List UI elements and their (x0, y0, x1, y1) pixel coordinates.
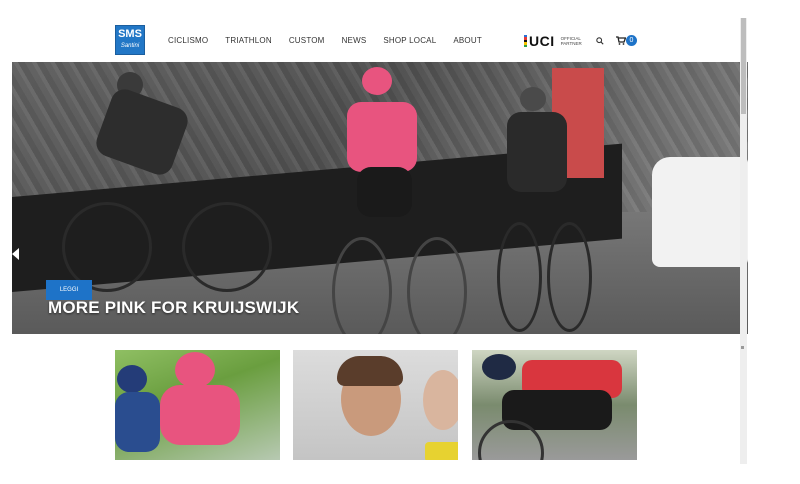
hero-prev-arrow-icon[interactable] (12, 248, 19, 260)
search-icon[interactable] (596, 37, 604, 45)
nav-item-news[interactable]: NEWS (342, 36, 367, 45)
news-thumbnail-2[interactable] (293, 350, 458, 460)
nav-item-ciclismo[interactable]: CICLISMO (168, 36, 208, 45)
hero-slider[interactable] (12, 62, 748, 334)
nav-item-shop-local[interactable]: SHOP LOCAL (383, 36, 436, 45)
read-more-button[interactable]: LEGGI (46, 280, 92, 300)
scrollbar-thumb[interactable] (741, 18, 746, 114)
hero-title[interactable]: MORE PINK FOR KRUIJSWIJK (48, 298, 299, 318)
nav-item-about[interactable]: ABOUT (453, 36, 482, 45)
uci-partner-logo[interactable]: UCI OFFICIAL PARTNER (524, 33, 582, 49)
uci-partner: PARTNER (560, 41, 582, 46)
logo-sub: Santini (120, 43, 140, 49)
santini-logo[interactable]: SMS Santini (115, 25, 145, 55)
site-header: SMS Santini CICLISMO TRIATHLON CUSTOM NE… (12, 12, 748, 64)
nav-item-triathlon[interactable]: TRIATHLON (225, 36, 272, 45)
logo-main: SMS (118, 28, 142, 40)
news-thumbnail-1[interactable] (115, 350, 280, 460)
nav-item-custom[interactable]: CUSTOM (289, 36, 325, 45)
news-thumbnail-3[interactable] (472, 350, 637, 460)
scroll-indicator (741, 346, 744, 349)
cart-icon[interactable] (616, 36, 626, 45)
browser-viewport: SMS Santini CICLISMO TRIATHLON CUSTOM NE… (12, 12, 748, 464)
uci-official-partner: OFFICIAL PARTNER (561, 36, 582, 46)
main-nav: CICLISMO TRIATHLON CUSTOM NEWS SHOP LOCA… (168, 36, 499, 45)
uci-text: UCI (529, 33, 555, 49)
vertical-scrollbar[interactable] (740, 18, 747, 464)
hero-team-car (652, 157, 748, 267)
uci-rainbow-icon (524, 35, 527, 48)
cart-count-badge[interactable]: 0 (626, 35, 637, 46)
